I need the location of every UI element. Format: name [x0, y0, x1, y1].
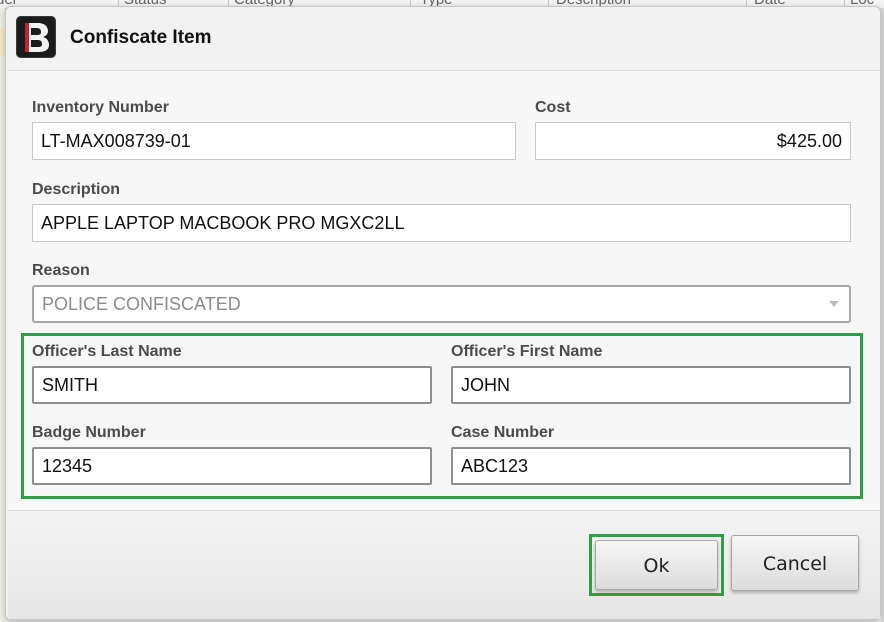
cancel-button[interactable]: Cancel — [731, 535, 859, 591]
reason-label: Reason — [32, 262, 90, 279]
dialog-footer: Ok Cancel — [8, 510, 880, 619]
confiscate-item-dialog: Confiscate Item Inventory Number LT-MAX0… — [5, 6, 881, 620]
cost-field[interactable]: $425.00 — [535, 122, 851, 160]
ok-button[interactable]: Ok — [595, 540, 718, 590]
description-field[interactable]: APPLE LAPTOP MACBOOK PRO MGXC2LL — [32, 204, 851, 242]
chevron-down-icon[interactable] — [829, 301, 839, 307]
reason-dropdown[interactable]: POLICE CONFISCATED — [32, 285, 851, 323]
officer-last-name-field[interactable]: SMITH — [32, 366, 432, 404]
ok-button-highlight: Ok — [589, 534, 724, 596]
officer-last-name-label: Officer's Last Name — [32, 343, 182, 360]
cost-label: Cost — [535, 99, 571, 116]
description-label: Description — [32, 181, 121, 198]
case-number-field[interactable]: ABC123 — [451, 447, 851, 485]
b-logo-icon — [16, 16, 56, 58]
form-panel: Inventory Number LT-MAX008739-01 Cost $4… — [8, 70, 880, 511]
badge-number-label: Badge Number — [32, 424, 146, 441]
badge-number-field[interactable]: 12345 — [32, 447, 432, 485]
dialog-title: Confiscate Item — [70, 27, 212, 48]
dialog-titlebar: Confiscate Item — [6, 7, 880, 69]
officer-first-name-field[interactable]: JOHN — [451, 366, 851, 404]
officer-first-name-label: Officer's First Name — [451, 343, 603, 360]
case-number-label: Case Number — [451, 424, 555, 441]
inventory-number-label: Inventory Number — [32, 99, 169, 116]
reason-selected-value: POLICE CONFISCATED — [42, 294, 241, 314]
inventory-number-field[interactable]: LT-MAX008739-01 — [32, 122, 516, 160]
